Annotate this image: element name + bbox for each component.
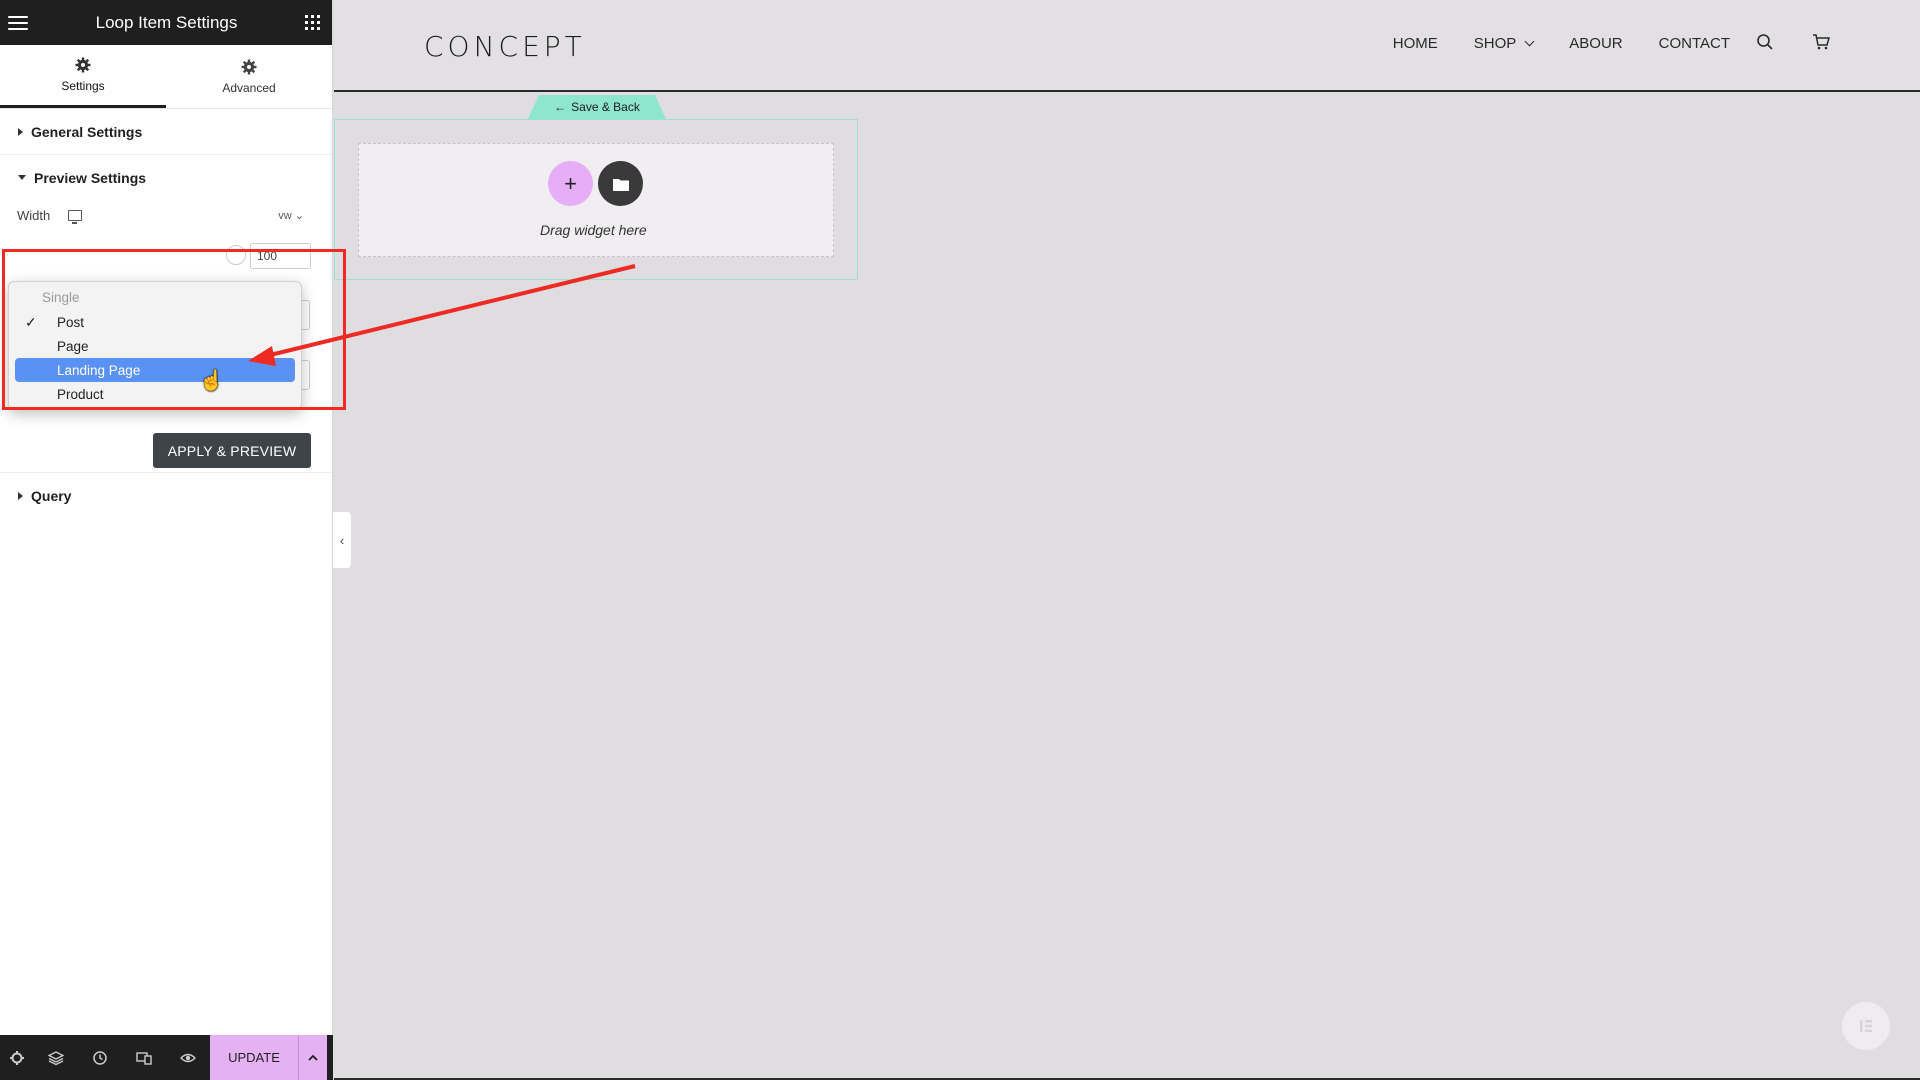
panel-header: Loop Item Settings [0, 0, 332, 45]
site-header: CONCEPT HOME SHOP ABOUR CONTACT [334, 0, 1920, 92]
nav-contact[interactable]: CONTACT [1659, 35, 1730, 52]
gear-icon [241, 59, 257, 74]
desktop-monitor-icon[interactable] [68, 210, 83, 224]
width-slider-handle[interactable] [226, 245, 246, 265]
layers-icon[interactable] [34, 1035, 78, 1080]
update-options-chevron-icon[interactable] [298, 1035, 327, 1080]
settings-icon[interactable] [0, 1035, 34, 1080]
unit-value: vw [278, 210, 292, 222]
tab-advanced[interactable]: Advanced [166, 45, 332, 108]
width-label: Width [17, 208, 51, 223]
tab-advanced-label: Advanced [222, 80, 276, 95]
site-nav: HOME SHOP ABOUR CONTACT [1393, 35, 1730, 52]
caret-right-icon [18, 491, 23, 500]
option-label: Product [57, 386, 104, 402]
caret-down-icon [18, 175, 26, 180]
add-element-plus-icon[interactable]: + [548, 161, 593, 206]
option-product[interactable]: Product [15, 382, 295, 406]
query-label: Query [31, 487, 72, 504]
nav-shop-label: SHOP [1473, 35, 1517, 52]
panel-title: Loop Item Settings [95, 12, 238, 32]
save-back-label: Save & Back [571, 100, 640, 114]
responsive-icon[interactable] [122, 1035, 166, 1080]
drag-widget-hint: Drag widget here [540, 222, 647, 238]
cart-icon[interactable] [1812, 33, 1830, 51]
preview-settings-label: Preview Settings [34, 169, 147, 186]
apply-preview-button[interactable]: APPLY & PREVIEW [153, 433, 311, 468]
option-post[interactable]: ✓ Post [15, 310, 295, 334]
option-label: Post [57, 314, 85, 330]
elementor-help-icon[interactable] [1842, 1002, 1890, 1050]
general-settings-label: General Settings [31, 123, 143, 140]
option-page[interactable]: Page [15, 334, 295, 358]
unit-selector[interactable]: vw ⌄ [278, 209, 304, 222]
panel-tabs: Settings Advanced [0, 45, 332, 109]
widget-drop-zone[interactable] [358, 143, 834, 257]
chevron-down-icon [1524, 36, 1535, 47]
collapse-panel-toggle[interactable]: ‹ [333, 512, 351, 568]
update-button[interactable]: UPDATE [210, 1035, 298, 1080]
tab-settings[interactable]: Settings [0, 45, 166, 108]
save-and-back-button[interactable]: ← Save & Back [528, 95, 666, 119]
width-number-input[interactable]: 100 [250, 243, 311, 269]
option-label: Landing Page [57, 362, 141, 378]
nav-about[interactable]: ABOUR [1569, 35, 1622, 52]
query-toggle[interactable]: Query [0, 473, 332, 518]
preview-type-dropdown: Single ✓ Post Page Landing Page Product [8, 281, 302, 410]
general-settings-section: General Settings [0, 109, 332, 155]
menu-hamburger-icon[interactable] [8, 15, 28, 30]
history-icon[interactable] [78, 1035, 122, 1080]
tab-settings-label: Settings [61, 79, 105, 93]
dropdown-group-label: Single [42, 290, 80, 305]
nav-shop[interactable]: SHOP [1473, 35, 1535, 52]
general-settings-toggle[interactable]: General Settings [0, 109, 332, 154]
caret-right-icon [18, 127, 23, 136]
preview-settings-toggle[interactable]: Preview Settings [0, 155, 332, 200]
arrow-left-icon: ← [554, 100, 567, 114]
checkmark-icon: ✓ [25, 313, 37, 330]
widgets-grid-icon[interactable] [305, 15, 320, 30]
query-section: Query [0, 473, 332, 518]
preview-eye-icon[interactable] [166, 1035, 210, 1080]
template-folder-icon[interactable] [598, 161, 643, 206]
panel-footer-toolbar: UPDATE [0, 1035, 333, 1080]
option-landing-page[interactable]: Landing Page [15, 358, 295, 382]
nav-home[interactable]: HOME [1393, 35, 1438, 52]
gear-icon [75, 57, 91, 73]
editor-panel: Loop Item Settings Settings Advanced Gen… [0, 0, 333, 1080]
search-icon[interactable] [1756, 33, 1774, 51]
pointer-hand-cursor-icon: ☝ [199, 370, 224, 392]
width-control-row: Width vw ⌄ [17, 208, 304, 224]
option-label: Page [57, 338, 89, 354]
site-logo[interactable]: CONCEPT [424, 30, 586, 63]
